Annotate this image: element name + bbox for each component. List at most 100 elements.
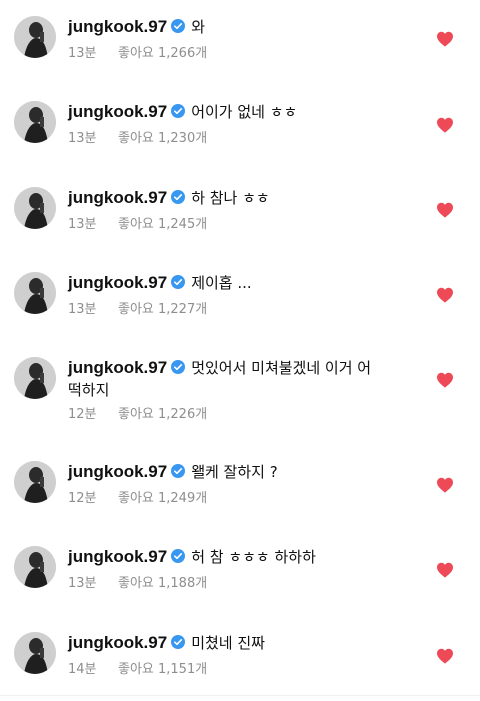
comment-line: jungkook.97 왤케 잘하지 ? [68, 461, 408, 483]
avatar[interactable] [14, 101, 56, 143]
comment-meta: 13분 좋아요 1,188개 [68, 576, 408, 592]
avatar[interactable] [14, 272, 56, 314]
comment-text: 허 참 ㅎㅎㅎ 하하하 [191, 548, 316, 566]
avatar-photo [14, 187, 56, 229]
avatar-photo [14, 357, 56, 399]
comment-meta: 14분 좋아요 1,151개 [68, 662, 408, 678]
comment-time: 13분 [68, 302, 97, 317]
avatar[interactable] [14, 357, 56, 399]
username[interactable]: jungkook.97 [68, 188, 167, 207]
verified-badge-icon [171, 464, 186, 478]
comment-item: jungkook.97 어이가 없네 ㅎㅎ 13분 좋아요 1,230개 [0, 101, 480, 161]
comment-time: 13분 [68, 46, 97, 61]
heart-icon[interactable] [436, 372, 454, 388]
comment-item: jungkook.97 와 13분 좋아요 1,266개 [0, 16, 480, 76]
heart-icon[interactable] [436, 117, 454, 133]
comment-text: 왤케 잘하지 ? [191, 463, 278, 481]
comment-list: jungkook.97 와 13분 좋아요 1,266개 jungkook.97 어이… [0, 0, 480, 701]
username[interactable]: jungkook.97 [68, 273, 167, 292]
avatar[interactable] [14, 546, 56, 588]
comment-text: 어이가 없네 ㅎㅎ [191, 103, 298, 121]
comment-line: jungkook.97 어이가 없네 ㅎㅎ [68, 101, 408, 123]
avatar[interactable] [14, 461, 56, 503]
username[interactable]: jungkook.97 [68, 17, 167, 36]
comment-time: 13분 [68, 217, 97, 232]
username[interactable]: jungkook.97 [68, 547, 167, 566]
comment-item: jungkook.97 미쳤네 진짜 14분 좋아요 1,151개 [0, 632, 480, 692]
comment-time: 12분 [68, 491, 97, 506]
comment-text: 제이홉 ... [191, 274, 252, 292]
heart-icon[interactable] [436, 562, 454, 578]
comment-time: 12분 [68, 407, 97, 422]
verified-badge-icon [171, 275, 186, 289]
avatar-photo [14, 461, 56, 503]
like-count[interactable]: 좋아요 1,151개 [118, 662, 207, 678]
verified-badge-icon [171, 104, 186, 118]
comment-body: jungkook.97 제이홉 ... 13분 좋아요 1,227개 [68, 272, 408, 318]
comment-text-continued: 떡하지 [68, 381, 110, 399]
like-count[interactable]: 좋아요 1,227개 [118, 302, 207, 318]
bottom-divider [0, 695, 480, 696]
comment-body: jungkook.97 미쳤네 진짜 14분 좋아요 1,151개 [68, 632, 408, 678]
heart-icon[interactable] [436, 648, 454, 664]
comment-body: jungkook.97 허 참 ㅎㅎㅎ 하하하 13분 좋아요 1,188개 [68, 546, 408, 592]
like-count[interactable]: 좋아요 1,226개 [118, 407, 207, 423]
comment-time: 13분 [68, 131, 97, 146]
username[interactable]: jungkook.97 [68, 102, 167, 121]
like-count[interactable]: 좋아요 1,230개 [118, 131, 207, 147]
comment-meta: 13분 좋아요 1,230개 [68, 131, 408, 147]
comment-time: 14분 [68, 662, 97, 677]
comment-line: jungkook.97 제이홉 ... [68, 272, 408, 294]
avatar[interactable] [14, 187, 56, 229]
comment-item: jungkook.97 하 참나 ㅎㅎ 13분 좋아요 1,245개 [0, 187, 480, 247]
verified-badge-icon [171, 635, 186, 649]
like-count[interactable]: 좋아요 1,249개 [118, 491, 207, 507]
like-count[interactable]: 좋아요 1,245개 [118, 217, 207, 233]
comment-line: jungkook.97 멋있어서 미쳐불겠네 이거 어 [68, 357, 408, 379]
comment-text: 미쳤네 진짜 [191, 634, 265, 652]
comment-body: jungkook.97 하 참나 ㅎㅎ 13분 좋아요 1,245개 [68, 187, 408, 233]
comment-text: 와 [191, 18, 205, 36]
comment-body: jungkook.97 멋있어서 미쳐불겠네 이거 어 떡하지 12분 좋아요 1,… [68, 357, 408, 423]
avatar-photo [14, 101, 56, 143]
username[interactable]: jungkook.97 [68, 633, 167, 652]
comment-body: jungkook.97 와 13분 좋아요 1,266개 [68, 16, 408, 62]
heart-icon[interactable] [436, 477, 454, 493]
like-count[interactable]: 좋아요 1,188개 [118, 576, 207, 592]
comment-meta: 12분 좋아요 1,226개 [68, 407, 408, 423]
comment-item: jungkook.97 허 참 ㅎㅎㅎ 하하하 13분 좋아요 1,188개 [0, 546, 480, 606]
comment-line: jungkook.97 하 참나 ㅎㅎ [68, 187, 408, 209]
comment-meta: 13분 좋아요 1,245개 [68, 217, 408, 233]
avatar[interactable] [14, 16, 56, 58]
comment-line: jungkook.97 허 참 ㅎㅎㅎ 하하하 [68, 546, 408, 568]
comment-line: jungkook.97 미쳤네 진짜 [68, 632, 408, 654]
comment-meta: 12분 좋아요 1,249개 [68, 491, 408, 507]
heart-icon[interactable] [436, 202, 454, 218]
username[interactable]: jungkook.97 [68, 462, 167, 481]
comment-line: jungkook.97 와 [68, 16, 408, 38]
verified-badge-icon [171, 549, 186, 563]
heart-icon[interactable] [436, 31, 454, 47]
comment-body: jungkook.97 어이가 없네 ㅎㅎ 13분 좋아요 1,230개 [68, 101, 408, 147]
avatar-photo [14, 272, 56, 314]
comment-text: 하 참나 ㅎㅎ [191, 189, 270, 207]
verified-badge-icon [171, 19, 186, 33]
comment-text: 멋있어서 미쳐불겠네 이거 어 [191, 359, 372, 377]
comment-meta: 13분 좋아요 1,266개 [68, 46, 408, 62]
avatar-photo [14, 632, 56, 674]
comment-item: jungkook.97 멋있어서 미쳐불겠네 이거 어 떡하지 12분 좋아요 1,… [0, 357, 480, 427]
like-count[interactable]: 좋아요 1,266개 [118, 46, 207, 62]
verified-badge-icon [171, 190, 186, 204]
heart-icon[interactable] [436, 287, 454, 303]
comment-meta: 13분 좋아요 1,227개 [68, 302, 408, 318]
verified-badge-icon [171, 360, 186, 374]
comment-time: 13분 [68, 576, 97, 591]
username[interactable]: jungkook.97 [68, 358, 167, 377]
comment-item: jungkook.97 제이홉 ... 13분 좋아요 1,227개 [0, 272, 480, 332]
avatar-photo [14, 16, 56, 58]
comment-item: jungkook.97 왤케 잘하지 ? 12분 좋아요 1,249개 [0, 461, 480, 521]
avatar-photo [14, 546, 56, 588]
comment-line-2: 떡하지 [68, 379, 408, 401]
avatar[interactable] [14, 632, 56, 674]
comment-body: jungkook.97 왤케 잘하지 ? 12분 좋아요 1,249개 [68, 461, 408, 507]
